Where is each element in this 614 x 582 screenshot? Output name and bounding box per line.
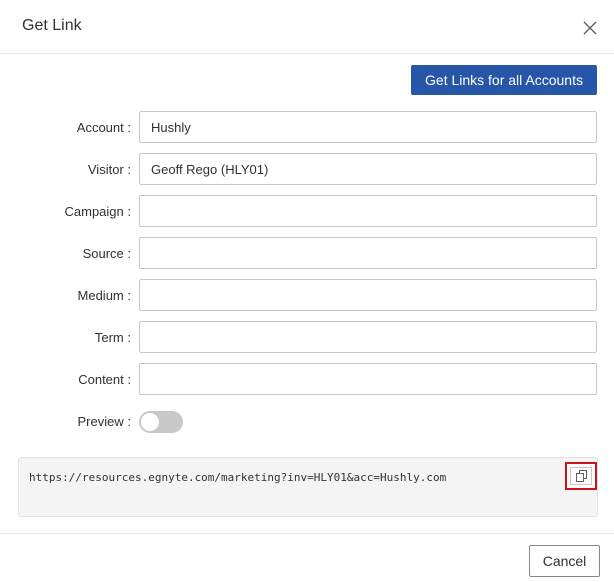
cancel-button[interactable]: Cancel [529,545,600,577]
form-row-preview: Preview : [0,405,614,439]
copy-button-frame [570,467,592,485]
source-label: Source : [82,246,131,261]
copy-link-button[interactable] [565,462,597,490]
dialog-title: Get Link [22,17,82,34]
form-row-visitor: Visitor : [0,153,614,187]
medium-input[interactable] [139,279,597,311]
campaign-input[interactable] [139,195,597,227]
account-label: Account : [76,120,131,135]
content-input[interactable] [139,363,597,395]
term-label: Term : [94,330,131,345]
content-label: Content : [78,372,131,387]
close-icon [583,21,597,35]
copy-icon [576,470,587,482]
get-links-all-accounts-button[interactable]: Get Links for all Accounts [411,65,597,95]
dialog-footer: Cancel [0,533,614,582]
generated-link-box: https://resources.egnyte.com/marketing?i… [18,457,598,517]
preview-label: Preview : [77,414,131,429]
term-input[interactable] [139,321,597,353]
form-row-content: Content : [0,363,614,397]
form-row-term: Term : [0,321,614,355]
campaign-label: Campaign : [64,204,132,219]
source-input[interactable] [139,237,597,269]
dialog-header: Get Link [0,0,614,54]
get-link-dialog: Get Link Get Links for all Accounts Acco… [0,0,614,582]
generated-link-url: https://resources.egnyte.com/marketing?i… [29,471,447,484]
form-row-campaign: Campaign : [0,195,614,229]
visitor-label: Visitor : [87,162,131,177]
medium-label: Medium : [77,288,131,303]
close-button[interactable] [577,15,603,41]
form-row-source: Source : [0,237,614,271]
preview-toggle[interactable] [139,411,183,433]
form-row-account: Account : [0,111,614,145]
preview-toggle-knob [141,413,159,431]
form-row-medium: Medium : [0,279,614,313]
account-input[interactable] [139,111,597,143]
visitor-input[interactable] [139,153,597,185]
